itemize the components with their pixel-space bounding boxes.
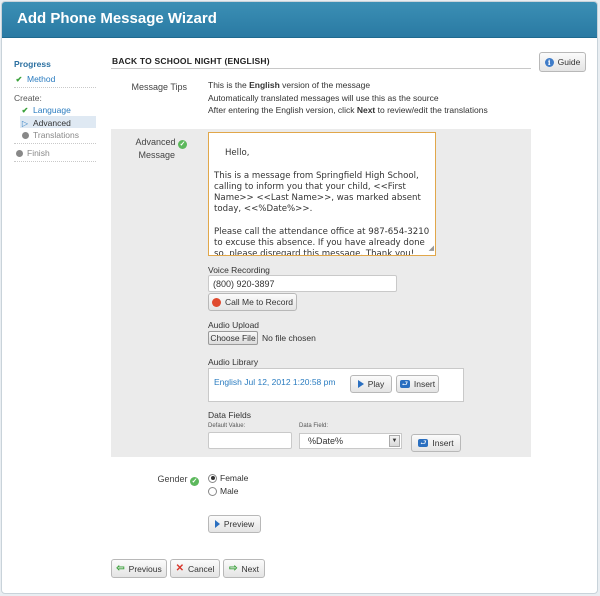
file-status: No file chosen [262, 333, 316, 343]
chevron-down-icon: ▼ [389, 435, 400, 447]
preview-button[interactable]: Preview [208, 515, 261, 533]
advanced-message-label: Advanced ✓ Message [135, 137, 187, 160]
caret-right-icon: ▷ [21, 119, 29, 128]
default-value-label: Default Value: [208, 423, 246, 429]
play-button[interactable]: Play [350, 375, 392, 393]
gender-radio-female[interactable]: Female [208, 473, 248, 483]
info-icon: i [544, 57, 554, 67]
sidebar-item-label: Translations [33, 130, 79, 140]
sidebar-item-label: Method [27, 74, 56, 84]
data-fields-label: Data Fields [208, 410, 251, 420]
insert-icon: ⮐ [418, 439, 429, 447]
voice-recording-label: Voice Recording [208, 265, 270, 275]
title-bar: Add Phone Message Wizard [2, 2, 597, 38]
call-me-to-record-button[interactable]: Call Me to Record [208, 293, 297, 311]
bullet-icon [20, 131, 30, 140]
sidebar-item-finish: Finish [14, 148, 50, 158]
audio-library-label: Audio Library [208, 357, 259, 367]
record-icon [211, 297, 221, 307]
arrow-left-icon: ⇦ [116, 563, 125, 574]
play-icon [214, 520, 220, 528]
divider [14, 161, 96, 162]
sidebar-item-method[interactable]: ✔ Method [14, 74, 56, 84]
progress-heading: Progress [14, 59, 51, 69]
phone-input[interactable]: (800) 920-3897 [208, 275, 397, 292]
sidebar-item-label: Advanced [33, 118, 71, 128]
insert-data-field-button[interactable]: ⮐ Insert [411, 434, 461, 452]
divider [14, 87, 96, 88]
wizard-window: Add Phone Message Wizard Progress ✔ Metho… [1, 1, 598, 594]
guide-button-label: Guide [557, 57, 581, 67]
ok-icon: ✓ [178, 140, 187, 149]
message-tips: This is the English version of the messa… [208, 80, 488, 115]
audio-library-item[interactable]: English Jul 12, 2012 1:20:58 pm [214, 377, 335, 387]
sidebar-item-label: Finish [27, 148, 50, 158]
data-field-label: Data Field: [299, 423, 329, 429]
sidebar-item-language[interactable]: ✔ Language [20, 105, 71, 115]
section-title: BACK TO SCHOOL NIGHT (ENGLISH) [112, 56, 270, 66]
check-icon: ✔ [15, 75, 23, 84]
arrow-right-icon: ⇨ [229, 563, 238, 574]
gender-radio-male[interactable]: Male [208, 486, 238, 496]
play-icon [357, 380, 364, 388]
close-icon: ✕ [175, 563, 184, 574]
gender-label: Gender ✓ [157, 474, 199, 486]
ok-icon: ✓ [190, 477, 199, 486]
insert-icon: ⮐ [399, 380, 410, 388]
message-tips-label: Message Tips [131, 82, 187, 92]
check-icon: ✔ [21, 106, 29, 115]
window-title: Add Phone Message Wizard [17, 10, 217, 27]
guide-button[interactable]: i Guide [539, 52, 586, 72]
sidebar-item-label: Language [33, 105, 71, 115]
radio-button[interactable] [208, 486, 217, 496]
divider [14, 143, 96, 144]
bullet-icon [14, 149, 24, 158]
sidebar-item-translations: Translations [20, 130, 79, 140]
divider [111, 68, 531, 69]
insert-audio-button[interactable]: ⮐ Insert [396, 375, 439, 393]
advanced-message-textarea[interactable]: Hello, This is a message from Springfiel… [208, 132, 436, 256]
radio-button[interactable] [208, 473, 217, 483]
audio-upload-label: Audio Upload [208, 320, 260, 330]
previous-button[interactable]: ⇦ Previous [111, 559, 167, 578]
sidebar-item-advanced[interactable]: ▷ Advanced [20, 118, 71, 128]
data-field-select[interactable]: %Date% ▼ [299, 433, 402, 449]
resize-grip-icon[interactable]: ◢ [429, 243, 434, 254]
next-button[interactable]: ⇨ Next [223, 559, 265, 578]
default-value-input[interactable] [208, 432, 292, 449]
choose-file-button[interactable]: Choose File [208, 331, 258, 345]
cancel-button[interactable]: ✕ Cancel [170, 559, 220, 578]
create-heading: Create: [14, 93, 42, 103]
